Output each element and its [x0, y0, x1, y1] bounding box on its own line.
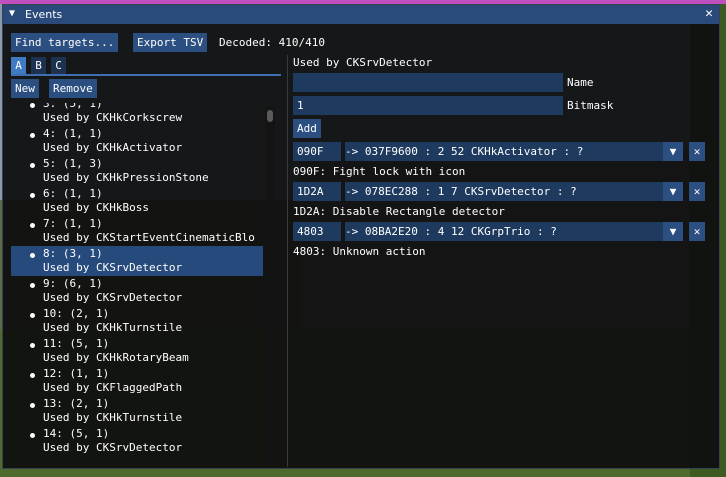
event-id: 14: (5, 1) [43, 427, 110, 440]
action-target-text: -> 037F9600 : 2 52 CKHkActivator : ? [345, 145, 584, 158]
list-item[interactable]: 8: (3, 1) Used by CKSrvDetector [11, 246, 263, 276]
bullet-icon [30, 103, 35, 108]
tab-b[interactable]: B [31, 57, 46, 74]
list-item[interactable]: 12: (1, 1) Used by CKFlaggedPath [11, 366, 263, 396]
list-item[interactable]: 4: (1, 1) Used by CKHkActivator [11, 126, 263, 156]
event-id: 8: (3, 1) [43, 247, 103, 260]
bullet-icon [30, 373, 35, 378]
action-code-field[interactable]: 1D2A [293, 182, 341, 201]
list-item[interactable]: 6: (1, 1) Used by CKHkBoss [11, 186, 263, 216]
action-target-combo[interactable]: -> 08BA2E20 : 4 12 CKGrpTrio : ? ▼ [345, 222, 683, 241]
list-item[interactable]: 11: (5, 1) Used by CKHkRotaryBeam [11, 336, 263, 366]
event-id: 13: (2, 1) [43, 397, 110, 410]
close-icon[interactable]: ✕ [705, 6, 713, 21]
remove-action-icon[interactable]: ✕ [689, 182, 705, 201]
event-list: 3: (5, 1) Used by CKHkCorkscrew 4: (1, 1) U… [11, 103, 266, 463]
remove-button[interactable]: Remove [49, 79, 97, 98]
new-button[interactable]: New [11, 79, 39, 98]
window-title: Events [25, 8, 63, 21]
bullet-icon [30, 403, 35, 408]
bitmask-label: Bitmask [567, 99, 614, 112]
event-used-by: Used by CKHkTurnstile [43, 321, 183, 334]
collapse-icon[interactable]: ▼ [9, 8, 15, 19]
event-used-by: Used by CKStartEventCinematicBlo [43, 231, 255, 244]
list-item[interactable]: 14: (5, 1) Used by CKSrvDetector [11, 426, 263, 456]
event-used-by: Used by CKHkActivator [43, 141, 183, 154]
event-used-by: Used by CKHkBoss [43, 201, 149, 214]
list-item[interactable]: 10: (2, 1) Used by CKHkTurnstile [11, 306, 263, 336]
events-window: ▼ Events ✕ Find targets... Export TSV De… [2, 4, 720, 469]
action-target-combo[interactable]: -> 037F9600 : 2 52 CKHkActivator : ? ▼ [345, 142, 683, 161]
tab-a[interactable]: A [11, 57, 26, 74]
bullet-icon [30, 343, 35, 348]
action-description: 090F: Fight lock with icon [293, 165, 466, 178]
list-item[interactable]: 7: (1, 1) Used by CKStartEventCinematicBl… [11, 216, 263, 246]
event-used-by: Used by CKHkPressionStone [43, 171, 209, 184]
tab-c[interactable]: C [51, 57, 66, 74]
action-description: 1D2A: Disable Rectangle detector [293, 205, 505, 218]
export-tsv-button[interactable]: Export TSV [133, 33, 208, 52]
action-code-field[interactable]: 090F [293, 142, 341, 161]
event-id: 5: (1, 3) [43, 157, 103, 170]
event-id: 10: (2, 1) [43, 307, 110, 320]
chevron-down-icon[interactable]: ▼ [663, 142, 683, 161]
name-field[interactable] [293, 73, 563, 92]
chevron-down-icon[interactable]: ▼ [663, 222, 683, 241]
bullet-icon [30, 193, 35, 198]
event-used-by: Used by CKSrvDetector [43, 291, 183, 304]
bullet-icon [30, 223, 35, 228]
detail-used-by: Used by CKSrvDetector [293, 56, 433, 69]
event-id: 3: (5, 1) [43, 103, 103, 110]
panel-divider[interactable] [287, 55, 288, 467]
bullet-icon [30, 253, 35, 258]
event-id: 6: (1, 1) [43, 187, 103, 200]
chevron-down-icon[interactable]: ▼ [663, 182, 683, 201]
event-used-by: Used by CKSrvDetector [43, 441, 183, 454]
event-used-by: Used by CKHkRotaryBeam [43, 351, 189, 364]
remove-action-icon[interactable]: ✕ [689, 222, 705, 241]
title-bar[interactable]: ▼ Events ✕ [3, 5, 719, 24]
bitmask-field[interactable]: 1 [293, 96, 563, 115]
event-id: 9: (6, 1) [43, 277, 103, 290]
bullet-icon [30, 313, 35, 318]
action-description: 4803: Unknown action [293, 245, 426, 258]
event-used-by: Used by CKSrvDetector [43, 261, 183, 274]
bullet-icon [30, 163, 35, 168]
action-code-field[interactable]: 4803 [293, 222, 341, 241]
list-item[interactable]: 5: (1, 3) Used by CKHkPressionStone [11, 156, 263, 186]
action-target-combo[interactable]: -> 078EC288 : 1 7 CKSrvDetector : ? ▼ [345, 182, 683, 201]
add-button[interactable]: Add [293, 119, 321, 138]
list-item[interactable]: 13: (2, 1) Used by CKHkTurnstile [11, 396, 263, 426]
event-id: 7: (1, 1) [43, 217, 103, 230]
action-target-text: -> 08BA2E20 : 4 12 CKGrpTrio : ? [345, 225, 557, 238]
event-id: 11: (5, 1) [43, 337, 110, 350]
remove-action-icon[interactable]: ✕ [689, 142, 705, 161]
event-used-by: Used by CKFlaggedPath [43, 381, 183, 394]
list-item[interactable]: 9: (6, 1) Used by CKSrvDetector [11, 276, 263, 306]
find-targets-button[interactable]: Find targets... [11, 33, 119, 52]
event-id: 12: (1, 1) [43, 367, 110, 380]
event-id: 4: (1, 1) [43, 127, 103, 140]
bullet-icon [30, 433, 35, 438]
tab-underline [11, 74, 281, 76]
action-target-text: -> 078EC288 : 1 7 CKSrvDetector : ? [345, 185, 577, 198]
list-scrollbar[interactable] [265, 106, 275, 466]
scrollbar-thumb[interactable] [267, 110, 273, 122]
bullet-icon [30, 133, 35, 138]
decoded-status: Decoded: 410/410 [219, 36, 325, 49]
event-used-by: Used by CKHkTurnstile [43, 411, 183, 424]
name-label: Name [567, 76, 594, 89]
event-used-by: Used by CKHkCorkscrew [43, 111, 183, 124]
list-item[interactable]: 3: (5, 1) Used by CKHkCorkscrew [11, 103, 263, 126]
bullet-icon [30, 283, 35, 288]
